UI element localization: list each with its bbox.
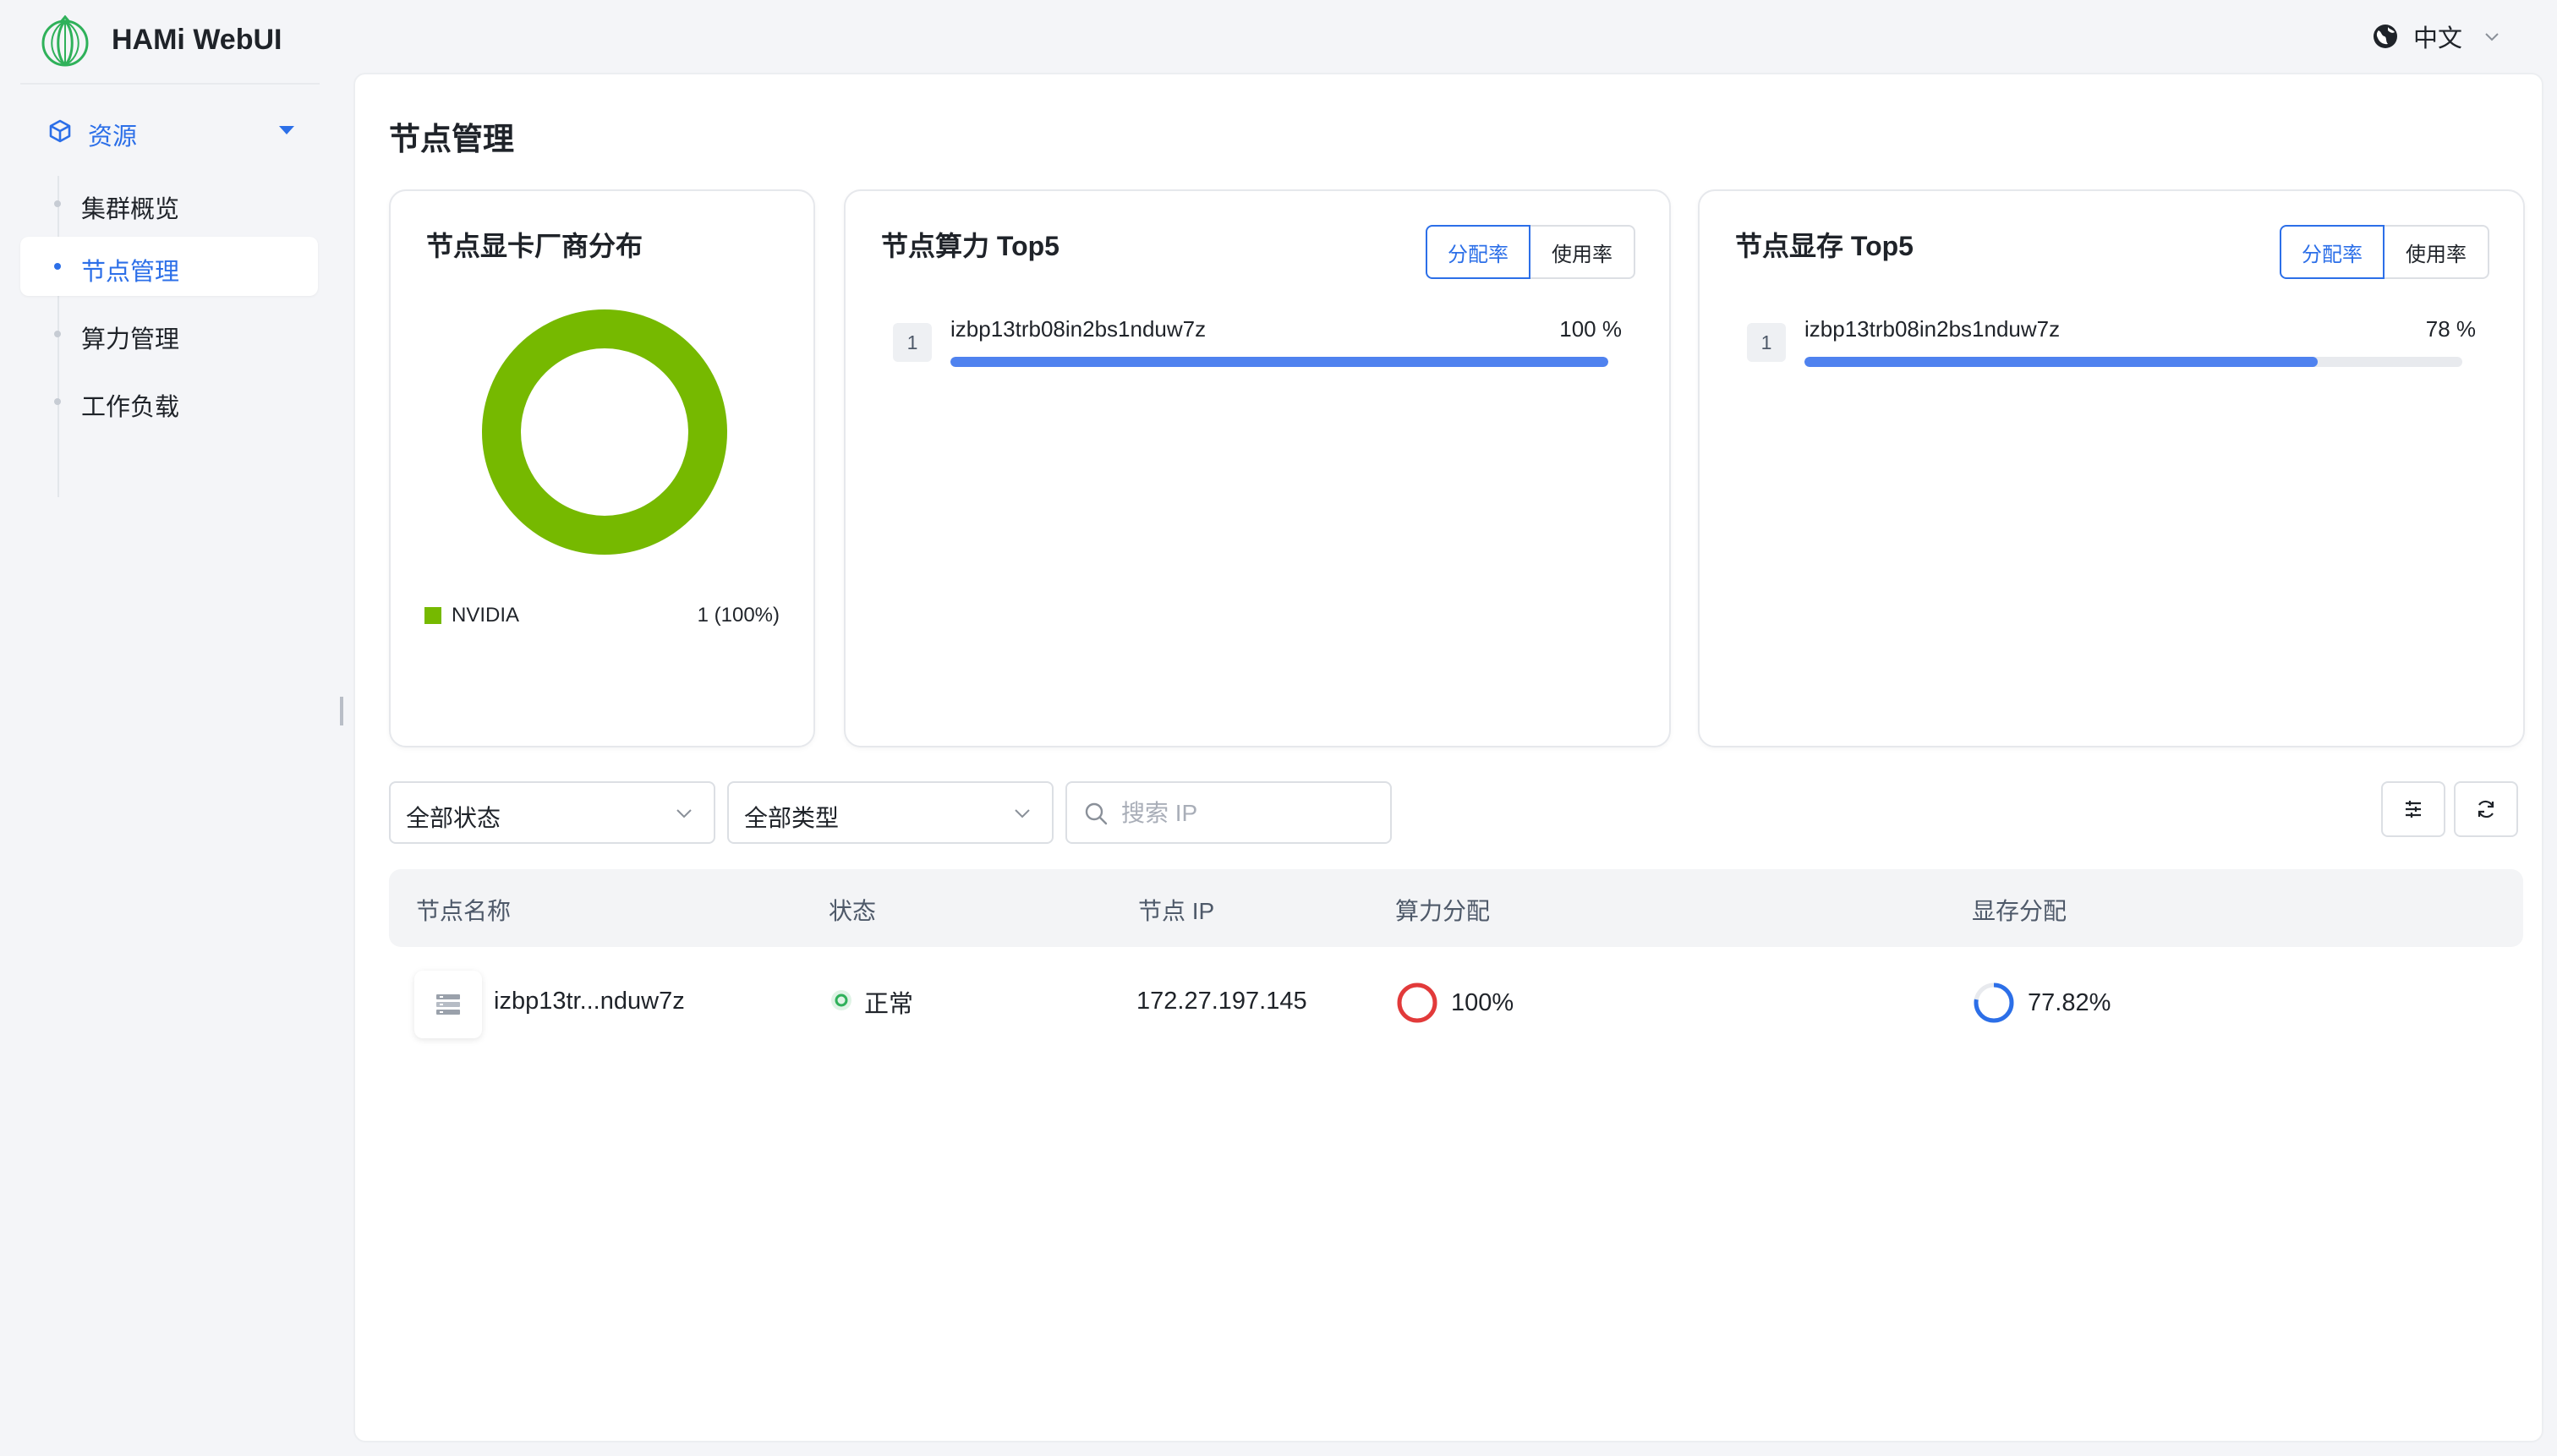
compute-top5-card: 节点算力 Top5 分配率 使用率 1 izbp13trb08in2bs1ndu…	[844, 189, 1671, 747]
type-select-value: 全部类型	[744, 805, 840, 831]
progress-fill	[1804, 357, 2318, 367]
rank-node-name: izbp13trb08in2bs1nduw7z	[1804, 316, 2061, 342]
column-header-memory[interactable]: 显存分配	[1972, 893, 2067, 927]
chevron-down-icon	[1015, 809, 1030, 818]
page-title: 节点管理	[389, 122, 514, 156]
rate-toggle: 分配率 使用率	[2280, 225, 2489, 279]
sidebar-item-cluster-overview[interactable]: 集群概览	[20, 174, 318, 233]
rank-row[interactable]: 1 izbp13trb08in2bs1nduw7z 78 %	[1747, 316, 2476, 375]
language-switcher[interactable]: 中文	[2371, 19, 2501, 54]
donut-slice-nvidia	[482, 309, 727, 555]
usage-rate-button[interactable]: 使用率	[2385, 225, 2489, 279]
sidebar-item-label: 工作负载	[81, 394, 180, 421]
memory-top5-card: 节点显存 Top5 分配率 使用率 1 izbp13trb08in2bs1ndu…	[1698, 189, 2525, 747]
memory-allocation-ring	[1974, 983, 2014, 1023]
sidebar-item-label: 集群概览	[81, 196, 180, 223]
legend-label: NVIDIA	[452, 604, 520, 627]
sidebar-group-label: 资源	[88, 123, 138, 151]
compute-allocation-ring	[1397, 983, 1437, 1023]
memory-allocation-value: 77.82%	[2028, 989, 2111, 1016]
node-ip: 172.27.197.145	[1136, 988, 1307, 1015]
sidebar-item-compute-management[interactable]: 算力管理	[20, 304, 318, 364]
column-settings-button[interactable]	[2381, 781, 2445, 837]
usage-rate-button[interactable]: 使用率	[1530, 225, 1635, 279]
column-header-node-ip[interactable]: 节点 IP	[1138, 893, 1214, 927]
status-select-value: 全部状态	[406, 805, 501, 831]
status-ok-icon	[831, 990, 851, 1010]
legend-item[interactable]: NVIDIA 1 (100%)	[424, 600, 780, 631]
node-name-link[interactable]: izbp13tr...nduw7z	[494, 988, 685, 1015]
ring-progress	[1397, 983, 1437, 1023]
globe-icon	[2373, 25, 2397, 48]
column-header-compute[interactable]: 算力分配	[1395, 893, 1490, 927]
table-header: 节点名称 状态 节点 IP 算力分配 显存分配	[389, 869, 2523, 947]
progress-track	[950, 357, 1608, 367]
refresh-button[interactable]	[2454, 781, 2518, 837]
rank-node-name: izbp13trb08in2bs1nduw7z	[950, 316, 1207, 342]
main-panel: 节点管理 节点显卡厂商分布 NVIDIA 1 (100%) 节点算力 Top5 …	[353, 73, 2543, 1442]
rank-row[interactable]: 1 izbp13trb08in2bs1nduw7z 100 %	[893, 316, 1622, 375]
legend-swatch	[424, 607, 441, 624]
ip-search-box	[1065, 781, 1392, 844]
status-select[interactable]: 全部状态	[389, 781, 715, 844]
sidebar-group-resources[interactable]: 资源	[20, 103, 318, 159]
refresh-icon	[2478, 800, 2494, 818]
column-header-status[interactable]: 状态	[829, 893, 876, 927]
sidebar-resize-handle[interactable]	[340, 697, 343, 725]
top-header: HAMi WebUI 中文	[0, 0, 2557, 74]
rank-value: 100 %	[1559, 316, 1622, 342]
card-title: 节点显卡厂商分布	[426, 231, 643, 261]
search-input[interactable]	[1121, 791, 1375, 835]
hami-logo-icon	[41, 15, 89, 67]
sidebar-item-workloads[interactable]: 工作负载	[20, 372, 318, 431]
allocation-rate-button[interactable]: 分配率	[1426, 225, 1530, 279]
language-label: 中文	[2412, 25, 2462, 52]
rank-badge: 1	[1747, 323, 1786, 362]
tree-dot	[54, 331, 61, 337]
filter-bar: 全部状态 全部类型	[389, 781, 2518, 844]
rank-value: 78 %	[2425, 316, 2476, 342]
chevron-down-icon	[676, 809, 692, 818]
chevron-down-icon	[2485, 33, 2499, 41]
tree-dot	[54, 263, 61, 270]
rate-toggle: 分配率 使用率	[1426, 225, 1635, 279]
settings-sliders-icon	[2406, 801, 2421, 818]
tree-dot	[54, 200, 61, 207]
app-title: HAMi WebUI	[112, 24, 282, 56]
sidebar-item-label: 算力管理	[81, 326, 180, 353]
vendor-distribution-card: 节点显卡厂商分布 NVIDIA 1 (100%)	[389, 189, 815, 747]
caret-down-icon	[279, 126, 294, 134]
sidebar-item-node-management[interactable]: 节点管理	[20, 237, 318, 296]
compute-allocation-value: 100%	[1451, 989, 1514, 1016]
sidebar-divider	[20, 83, 320, 85]
search-icon	[1085, 802, 1108, 825]
card-title: 节点显存 Top5	[1735, 231, 1914, 261]
status-text: 正常	[864, 991, 914, 1018]
vendor-donut-chart	[482, 309, 727, 555]
column-header-node-name[interactable]: 节点名称	[416, 893, 511, 927]
card-title: 节点算力 Top5	[881, 231, 1059, 261]
tree-dot	[54, 398, 61, 405]
allocation-rate-button[interactable]: 分配率	[2280, 225, 2385, 279]
table-row[interactable]: izbp13tr...nduw7z 正常 172.27.197.145 100%…	[389, 947, 2523, 1057]
cube-icon	[49, 119, 71, 143]
sidebar-item-label: 节点管理	[81, 259, 180, 286]
legend-value: 1 (100%)	[697, 604, 780, 627]
progress-track	[1804, 357, 2462, 367]
type-select[interactable]: 全部类型	[727, 781, 1054, 844]
server-icon	[414, 971, 482, 1038]
progress-fill	[950, 357, 1608, 367]
rank-badge: 1	[893, 323, 932, 362]
